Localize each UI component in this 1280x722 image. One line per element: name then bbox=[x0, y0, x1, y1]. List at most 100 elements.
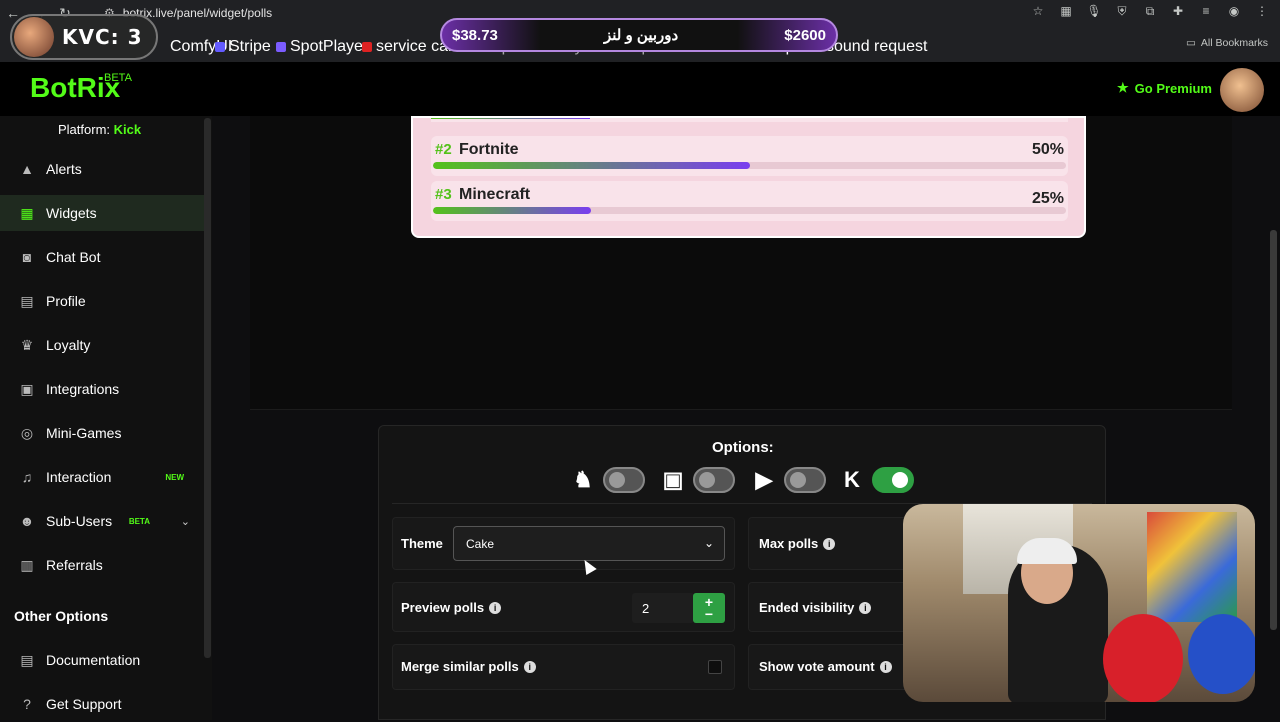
max-polls-label: Max polls i bbox=[759, 536, 836, 551]
star-icon: ★ bbox=[1117, 80, 1129, 95]
info-icon[interactable]: i bbox=[489, 601, 502, 614]
other-options-heading: Other Options bbox=[14, 608, 109, 624]
sidebar-item-mini-games[interactable]: ◎ Mini-Games bbox=[0, 415, 204, 451]
poll-row: #2 Fortnite 50% bbox=[431, 136, 1068, 176]
platform-indicator: Platform: Kick bbox=[58, 122, 142, 137]
minus-icon[interactable]: − bbox=[705, 607, 713, 621]
beta-badge: BETA bbox=[104, 72, 132, 84]
sidebar-item-widgets[interactable]: ▦ Widgets bbox=[0, 195, 204, 231]
poll-rank: #3 bbox=[435, 186, 452, 203]
user-avatar[interactable] bbox=[1220, 68, 1264, 112]
platform-value: Kick bbox=[113, 122, 142, 137]
sidebar-item-sub-users[interactable]: ☻ Sub-Users BETA ⌄ bbox=[0, 503, 204, 539]
toggle-knob bbox=[609, 472, 625, 488]
preview-polls-stepper[interactable]: + − bbox=[693, 593, 725, 623]
webcam-cap bbox=[1017, 538, 1077, 564]
kvc-overlay: KVC: 3 bbox=[10, 14, 158, 60]
app-header bbox=[0, 62, 1280, 116]
sidebar-item-interaction[interactable]: ♫ Interaction NEW bbox=[0, 459, 204, 495]
stripe-icon bbox=[215, 42, 225, 52]
integrations-icon: ▣ bbox=[20, 380, 34, 397]
poll-preview-card: #2 Fortnite 50% #3 Minecraft 25% bbox=[411, 116, 1086, 238]
donation-goal-overlay: $38.73 دوربین و لنز $2600 bbox=[440, 18, 838, 52]
tabs-icon[interactable]: ≡ bbox=[1198, 3, 1214, 19]
twitch-toggle[interactable] bbox=[693, 467, 735, 493]
poll-bar-fill bbox=[433, 162, 750, 169]
robot-icon: ◙ bbox=[22, 249, 32, 265]
sidebar-item-referrals[interactable]: ▥ Referrals bbox=[0, 547, 204, 583]
info-icon[interactable]: i bbox=[879, 660, 892, 673]
new-badge: NEW bbox=[165, 472, 184, 482]
gamepad-icon: ◎ bbox=[20, 424, 34, 441]
music-icon: ♫ bbox=[21, 469, 33, 485]
bookmark-stripe[interactable]: Stripe bbox=[215, 38, 271, 56]
referrals-icon: ▥ bbox=[20, 556, 34, 573]
beta-badge: BETA bbox=[128, 516, 150, 526]
sidebar-item-get-support[interactable]: ? Get Support bbox=[0, 686, 204, 722]
sidebar-item-profile[interactable]: ▤ Profile bbox=[0, 283, 204, 319]
sidebar-item-documentation[interactable]: ▤ Documentation bbox=[0, 642, 204, 678]
show-vote-amount-label: Show vote amount i bbox=[759, 659, 892, 674]
help-icon: ? bbox=[23, 696, 31, 712]
donation-current: $38.73 bbox=[452, 26, 498, 44]
warning-icon: ▲ bbox=[20, 161, 34, 177]
sidebar-item-loyalty[interactable]: ♛ Loyalty bbox=[0, 327, 204, 363]
id-card-icon: ▤ bbox=[20, 292, 34, 309]
twitch-icon: ▣ bbox=[662, 467, 684, 492]
shield-icon[interactable]: ⛨ bbox=[1114, 3, 1130, 19]
go-premium-button[interactable]: ★ Go Premium bbox=[1117, 80, 1212, 96]
qr-icon[interactable]: ▦ bbox=[1058, 3, 1074, 19]
youtube-icon: ▶ bbox=[755, 467, 773, 492]
info-icon[interactable]: i bbox=[823, 537, 836, 550]
profile-icon[interactable]: ◉ bbox=[1226, 3, 1242, 19]
chevron-down-icon: ⌄ bbox=[703, 536, 714, 550]
sidebar-scrollbar[interactable] bbox=[204, 118, 211, 658]
poll-bar-track bbox=[433, 207, 1066, 214]
botrix-platform-icon: ♞ bbox=[573, 467, 593, 492]
preview-polls-input[interactable]: 2 bbox=[632, 593, 694, 623]
mic-icon[interactable]: 🎙 bbox=[1086, 3, 1102, 19]
folder-icon: ▭ bbox=[1185, 37, 1196, 49]
spotplayer-icon bbox=[276, 42, 286, 52]
poll-row: #3 Minecraft 25% bbox=[431, 181, 1068, 221]
bookmark-spotplayer[interactable]: SpotPlayer bbox=[276, 38, 368, 56]
sidebar-item-chat-bot[interactable]: ◙ Chat Bot bbox=[0, 239, 204, 275]
extension-icon[interactable]: ⧉ bbox=[1142, 3, 1158, 19]
kick-toggle[interactable] bbox=[872, 467, 914, 493]
kvc-label: KVC: 3 bbox=[62, 25, 143, 49]
main-scrollbar[interactable] bbox=[1270, 230, 1277, 630]
sidebar-item-alerts[interactable]: ▲ Alerts bbox=[0, 151, 204, 187]
poll-bar-track bbox=[433, 162, 1066, 169]
botrix-toggle[interactable] bbox=[603, 467, 645, 493]
poll-bar-fill bbox=[433, 207, 592, 214]
star-icon[interactable]: ☆ bbox=[1030, 3, 1046, 19]
toggle-knob bbox=[790, 472, 806, 488]
sidebar-item-integrations[interactable]: ▣ Integrations bbox=[0, 371, 204, 407]
grid-icon: ▦ bbox=[20, 204, 34, 221]
poll-option-name: Minecraft bbox=[459, 186, 531, 203]
poll-row-partial bbox=[431, 118, 1068, 122]
toolbar-icons: ☆ ▦ 🎙 ⛨ ⧉ ✚ ≡ ◉ ⋮ bbox=[1030, 3, 1270, 19]
poll-row-partial-fill bbox=[431, 118, 591, 119]
info-icon[interactable]: i bbox=[859, 601, 872, 614]
youtube-toggle[interactable] bbox=[784, 467, 826, 493]
merge-similar-checkbox[interactable] bbox=[708, 660, 722, 674]
puzzle-icon[interactable]: ✚ bbox=[1170, 3, 1186, 19]
trophy-icon: ♛ bbox=[20, 336, 34, 353]
menu-icon[interactable]: ⋮ bbox=[1254, 3, 1270, 19]
poll-rank: #2 bbox=[435, 141, 452, 158]
users-icon: ☻ bbox=[19, 513, 35, 529]
preview-polls-label: Preview polls i bbox=[401, 600, 502, 615]
donation-title: دوربین و لنز bbox=[603, 27, 679, 44]
info-icon[interactable]: i bbox=[523, 660, 536, 673]
poll-option-name: Fortnite bbox=[459, 141, 519, 158]
theme-select[interactable]: Cake ⌄ bbox=[453, 526, 725, 561]
kick-icon: K bbox=[844, 467, 860, 492]
toggle-knob bbox=[892, 472, 908, 488]
chevron-down-icon[interactable]: ⌄ bbox=[181, 515, 190, 528]
all-bookmarks[interactable]: ▭ All Bookmarks bbox=[1186, 37, 1268, 49]
merge-similar-label: Merge similar polls i bbox=[401, 659, 536, 674]
red-balloon bbox=[1103, 614, 1183, 702]
options-title: Options: bbox=[712, 439, 774, 456]
theme-selected-value: Cake bbox=[466, 536, 495, 551]
